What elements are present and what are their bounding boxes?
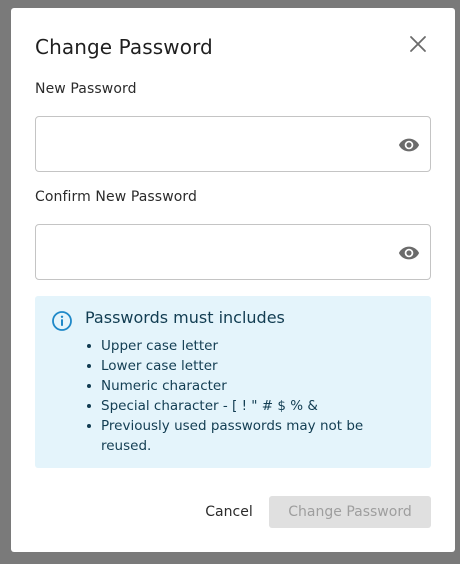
cancel-button[interactable]: Cancel [195, 496, 263, 528]
requirement-item: Upper case letter [85, 336, 405, 356]
close-icon[interactable] [407, 33, 429, 55]
confirm-password-label: Confirm New Password [35, 189, 198, 205]
info-icon [52, 311, 72, 331]
new-password-field-container [35, 116, 431, 173]
requirements-list: Upper case letter Lower case letter Nume… [85, 336, 405, 456]
requirement-item: Numeric character [85, 376, 405, 396]
requirement-item: Special character - [ ! " # $ % & [85, 396, 405, 416]
requirement-item: Lower case letter [85, 356, 405, 376]
eye-icon[interactable] [398, 242, 420, 264]
new-password-label: New Password [35, 81, 137, 97]
confirm-password-field-container [35, 224, 431, 281]
change-password-dialog: Change Password New Password Confirm New… [11, 8, 455, 552]
password-requirements-box: Passwords must includes Upper case lette… [35, 296, 431, 468]
eye-icon[interactable] [398, 134, 420, 156]
requirements-title: Passwords must includes [85, 308, 285, 327]
change-password-button[interactable]: Change Password [269, 496, 431, 528]
dialog-title: Change Password [35, 35, 213, 59]
requirement-item: Previously used passwords may not be reu… [85, 416, 405, 456]
confirm-password-input[interactable] [48, 225, 392, 281]
new-password-input[interactable] [48, 117, 392, 173]
